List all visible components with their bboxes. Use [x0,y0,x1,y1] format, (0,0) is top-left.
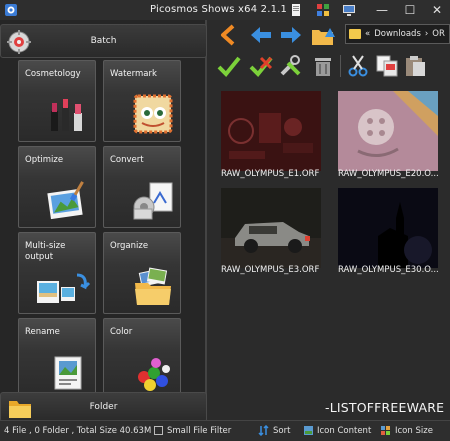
path-separator: › [424,29,429,39]
tile-organize[interactable]: Organize [103,232,181,314]
folder-button[interactable]: Folder [0,392,207,422]
folder-small-icon [349,29,361,39]
grid-icon[interactable] [316,3,330,17]
trash-icon[interactable] [311,54,335,78]
tile-label: Rename [25,327,60,337]
thumbnail-e30[interactable] [338,188,438,268]
tile-color[interactable]: Color [103,318,181,400]
path-segment[interactable]: Downloads [374,29,421,39]
document-icon[interactable] [289,3,303,17]
lipstick-icon [51,99,82,131]
rename-icon [54,356,82,390]
path-prefix: « [365,29,371,39]
tile-multi-size-output[interactable]: Multi-size output [18,232,96,314]
small-file-filter-label[interactable]: Small File Filter [167,426,231,436]
thumbnail-e3[interactable] [221,188,321,268]
picture-brush-icon [47,181,84,220]
icon-size-icon[interactable] [380,425,391,436]
toolbar-divider [340,55,341,77]
tile-label: Convert [110,155,144,165]
uncheck-icon[interactable] [249,54,273,78]
folder-photos-icon [135,267,171,305]
nav-toolbar: « Downloads › OR [209,20,450,48]
title-bar: Picosmos Shows x64 2.1.1 — ☐ ✕ [0,0,450,20]
tile-convert[interactable]: Convert [103,146,181,228]
icon-size-label[interactable]: Icon Size [395,426,433,436]
folder-label: Folder [89,402,118,412]
thumbnail-label: RAW_OLYMPUS_E1.ORF [221,169,320,179]
small-file-filter-checkbox[interactable] [154,426,163,435]
tile-rename[interactable]: Rename [18,318,96,400]
up-folder-icon[interactable] [311,23,335,47]
back-orange-arrow-icon[interactable] [217,23,241,47]
sort-label[interactable]: Sort [273,426,290,436]
tools-icon[interactable] [279,54,303,78]
tile-cosmetology[interactable]: Cosmetology [18,60,96,142]
tile-watermark[interactable]: Watermark [103,60,181,142]
tile-label: Optimize [25,155,64,165]
color-balls-icon [138,358,170,391]
action-toolbar [209,52,450,80]
photo-dark-red-image [221,91,321,171]
scissors-icon[interactable] [346,54,370,78]
maximize-button[interactable]: ☐ [402,2,418,18]
photo-old-car-image [221,188,321,268]
tile-label: Multi-size output [25,241,66,262]
close-button[interactable]: ✕ [429,2,445,18]
watermark-text: -LISTOFFREEWARE [325,400,445,415]
convert-icon [133,182,173,220]
thumbnail-label: RAW_OLYMPUS_E20.O... [338,169,439,179]
batch-label: Batch [90,36,117,46]
icon-content-icon[interactable] [303,425,314,436]
multi-size-icon [37,273,91,303]
photo-button-image [338,91,438,171]
photo-night-church-image [338,188,438,268]
forward-arrow-icon[interactable] [279,23,303,47]
window-title: Picosmos Shows x64 2.1.1 [150,4,288,15]
tile-label: Cosmetology [25,69,81,79]
minimize-button[interactable]: — [374,2,390,18]
path-bar[interactable]: « Downloads › OR [345,24,450,44]
tile-optimize[interactable]: Optimize [18,146,96,228]
app-logo-icon [5,4,17,16]
thumbnail-label: RAW_OLYMPUS_E3.ORF [221,265,320,275]
paste-icon[interactable] [403,54,427,78]
stamp-icon [133,94,173,134]
status-bar: 4 File , 0 Folder , Total Size 40.63M Sm… [0,420,450,441]
sort-icon[interactable] [258,425,269,436]
thumbnail-label: RAW_OLYMPUS_E30.O... [338,265,439,275]
tile-label: Organize [110,241,149,251]
thumbnail-e20[interactable] [338,91,438,171]
check-all-icon[interactable] [217,54,241,78]
function-panel: Batch Cosmetology Watermark Optimize Con… [0,20,207,422]
path-trailing: OR [432,29,445,39]
monitor-icon[interactable] [342,3,356,17]
tile-label: Color [110,327,133,337]
status-summary: 4 File , 0 Folder , Total Size 40.63M [4,426,152,436]
thumbnail-e1[interactable] [221,91,321,171]
icon-content-label[interactable]: Icon Content [317,426,371,436]
file-browser: « Downloads › OR RAW_OLYMPUS_E1.ORF RAW_… [209,20,450,420]
tile-label: Watermark [110,69,157,79]
back-arrow-icon[interactable] [249,23,273,47]
batch-button[interactable]: Batch [0,24,207,58]
copy-icon[interactable] [375,54,399,78]
